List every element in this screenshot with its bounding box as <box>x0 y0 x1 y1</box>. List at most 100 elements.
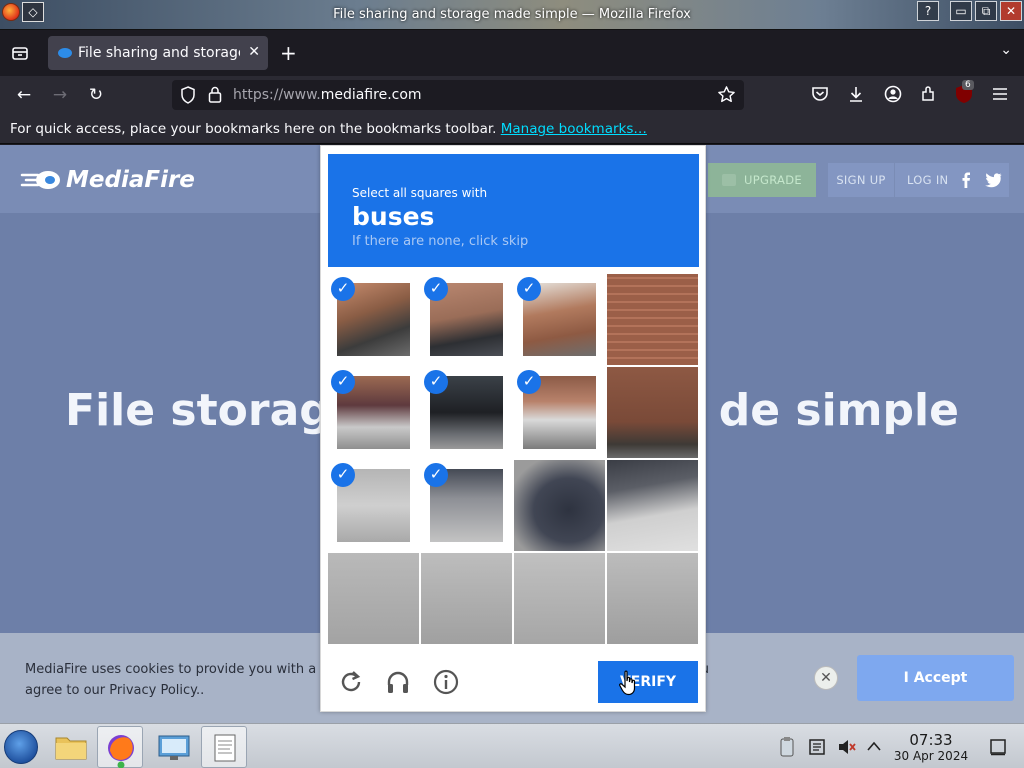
checkmark-icon: ✓ <box>517 277 541 301</box>
mediafire-logo[interactable]: MediaFire <box>20 167 195 193</box>
tracking-shield-icon[interactable] <box>180 86 196 104</box>
captcha-tile-selected[interactable]: ✓ <box>514 274 605 365</box>
checkmark-icon: ✓ <box>424 277 448 301</box>
extensions-icon[interactable] <box>919 84 939 104</box>
hero-left: File storag <box>65 385 331 436</box>
tab-bar: File sharing and storage made simple ✕ +… <box>0 30 1024 76</box>
forward-icon[interactable]: → <box>49 84 71 106</box>
help-button[interactable]: ? <box>917 1 939 21</box>
text-editor-taskbar-icon[interactable] <box>201 726 247 768</box>
verify-button[interactable]: VERIFY <box>598 661 698 703</box>
captcha-tile-selected[interactable]: ✓ <box>328 460 419 551</box>
upgrade-icon <box>722 174 737 186</box>
captcha-grid: ✓ ✓ ✓ ✓ ✓ ✓ ✓ ✓ <box>328 274 699 644</box>
twitter-icon[interactable] <box>984 172 1002 188</box>
captcha-tile[interactable] <box>607 367 698 458</box>
list-all-tabs-icon[interactable]: ⌄ <box>1000 42 1012 58</box>
volume-muted-icon[interactable] <box>837 738 857 756</box>
login-button[interactable]: LOG IN <box>895 163 1009 197</box>
captcha-tile[interactable] <box>607 460 698 551</box>
firefox-taskbar-icon[interactable] <box>97 726 143 768</box>
pocket-icon[interactable] <box>810 84 830 104</box>
checkmark-icon: ✓ <box>331 277 355 301</box>
reload-icon[interactable]: ↻ <box>85 84 107 106</box>
captcha-tile[interactable] <box>514 553 605 644</box>
logo-text: MediaFire <box>66 167 195 193</box>
clipboard-icon[interactable] <box>778 736 796 758</box>
bookmarks-message-text: For quick access, place your bookmarks h… <box>10 121 501 137</box>
checkmark-icon: ✓ <box>424 370 448 394</box>
folder-icon <box>55 737 87 760</box>
clock-date: 30 Apr 2024 <box>893 749 969 763</box>
url-text[interactable]: https://www.mediafire.com <box>233 87 422 103</box>
cookie-close-button[interactable]: ✕ <box>814 666 838 690</box>
captcha-header: Select all squares with buses If there a… <box>328 154 699 267</box>
menu-icon[interactable] <box>991 84 1009 104</box>
hero-right: de simple <box>718 385 959 436</box>
file-manager-taskbar-icon[interactable] <box>48 726 94 768</box>
bookmark-star-icon[interactable] <box>717 85 736 104</box>
url-domain: mediafire.com <box>320 87 422 103</box>
mediafire-favicon-icon <box>58 48 72 58</box>
maximize-button[interactable]: ⧉ <box>975 1 997 21</box>
audio-challenge-icon[interactable] <box>383 667 413 697</box>
bookmarks-toolbar: For quick access, place your bookmarks h… <box>0 114 1024 144</box>
extension-badge: 6 <box>962 80 974 90</box>
captcha-tile-selected[interactable]: ✓ <box>421 274 512 365</box>
captcha-tile-selected[interactable]: ✓ <box>328 367 419 458</box>
downloads-icon[interactable] <box>846 84 866 104</box>
taskbar: 07:33 30 Apr 2024 <box>0 723 1024 768</box>
upgrade-button[interactable]: UPGRADE <box>708 163 816 197</box>
url-bar[interactable]: https://www.mediafire.com <box>172 80 744 110</box>
close-window-button[interactable]: ✕ <box>1000 1 1022 21</box>
checkmark-icon: ✓ <box>331 370 355 394</box>
monitor-icon <box>158 735 190 760</box>
system-monitor-taskbar-icon[interactable] <box>151 726 197 768</box>
navigation-toolbar: ← → ↻ https://www.mediafire.com <box>0 76 1024 114</box>
captcha-tile-selected[interactable]: ✓ <box>514 367 605 458</box>
signup-button[interactable]: SIGN UP <box>828 163 894 197</box>
account-icon[interactable] <box>883 84 903 104</box>
captcha-instruction: Select all squares with <box>352 186 488 200</box>
minimize-button[interactable]: ▭ <box>950 1 972 21</box>
tab-mediafire[interactable]: File sharing and storage made simple ✕ <box>48 36 268 70</box>
hand-cursor-icon <box>619 670 636 696</box>
clock[interactable]: 07:33 30 Apr 2024 <box>890 731 972 764</box>
back-icon[interactable]: ← <box>13 84 35 106</box>
chevron-up-icon[interactable] <box>866 740 882 752</box>
captcha-tile-selected[interactable]: ✓ <box>328 274 419 365</box>
checkmark-icon: ✓ <box>517 370 541 394</box>
manage-bookmarks-link[interactable]: Manage bookmarks… <box>501 121 647 137</box>
start-menu-button[interactable] <box>4 730 38 764</box>
upgrade-label: UPGRADE <box>744 173 802 187</box>
notepad-icon <box>214 734 236 762</box>
show-desktop-icon[interactable] <box>989 738 1007 756</box>
bookmarks-message: For quick access, place your bookmarks h… <box>10 121 647 137</box>
facebook-icon[interactable] <box>960 172 972 188</box>
window-titlebar: ◇ File sharing and storage made simple —… <box>0 0 1024 30</box>
clock-time: 07:33 <box>909 731 953 749</box>
notes-icon[interactable] <box>808 738 826 756</box>
new-tab-button[interactable]: + <box>280 41 297 65</box>
captcha-tile[interactable] <box>607 274 698 365</box>
tab-label: File sharing and storage made simple <box>78 45 240 61</box>
captcha-tile-selected[interactable]: ✓ <box>421 367 512 458</box>
login-label: LOG IN <box>907 173 949 187</box>
tab-close-icon[interactable]: ✕ <box>248 44 260 60</box>
captcha-hint: If there are none, click skip <box>352 234 529 249</box>
captcha-target: buses <box>352 202 435 231</box>
url-prefix: https://www. <box>233 87 321 103</box>
accept-cookies-button[interactable]: I Accept <box>857 655 1014 701</box>
captcha-tile-selected[interactable]: ✓ <box>421 460 512 551</box>
checkmark-icon: ✓ <box>331 463 355 487</box>
captcha-tile[interactable] <box>328 553 419 644</box>
firefox-view-icon[interactable] <box>10 43 30 63</box>
captcha-tile[interactable] <box>421 553 512 644</box>
info-icon[interactable] <box>431 667 461 697</box>
window-title: File sharing and storage made simple — M… <box>333 7 691 22</box>
lock-icon[interactable] <box>208 86 222 103</box>
mediafire-flame-icon <box>20 171 60 189</box>
reload-challenge-icon[interactable] <box>336 667 366 697</box>
captcha-tile[interactable] <box>607 553 698 644</box>
captcha-tile[interactable] <box>514 460 605 551</box>
